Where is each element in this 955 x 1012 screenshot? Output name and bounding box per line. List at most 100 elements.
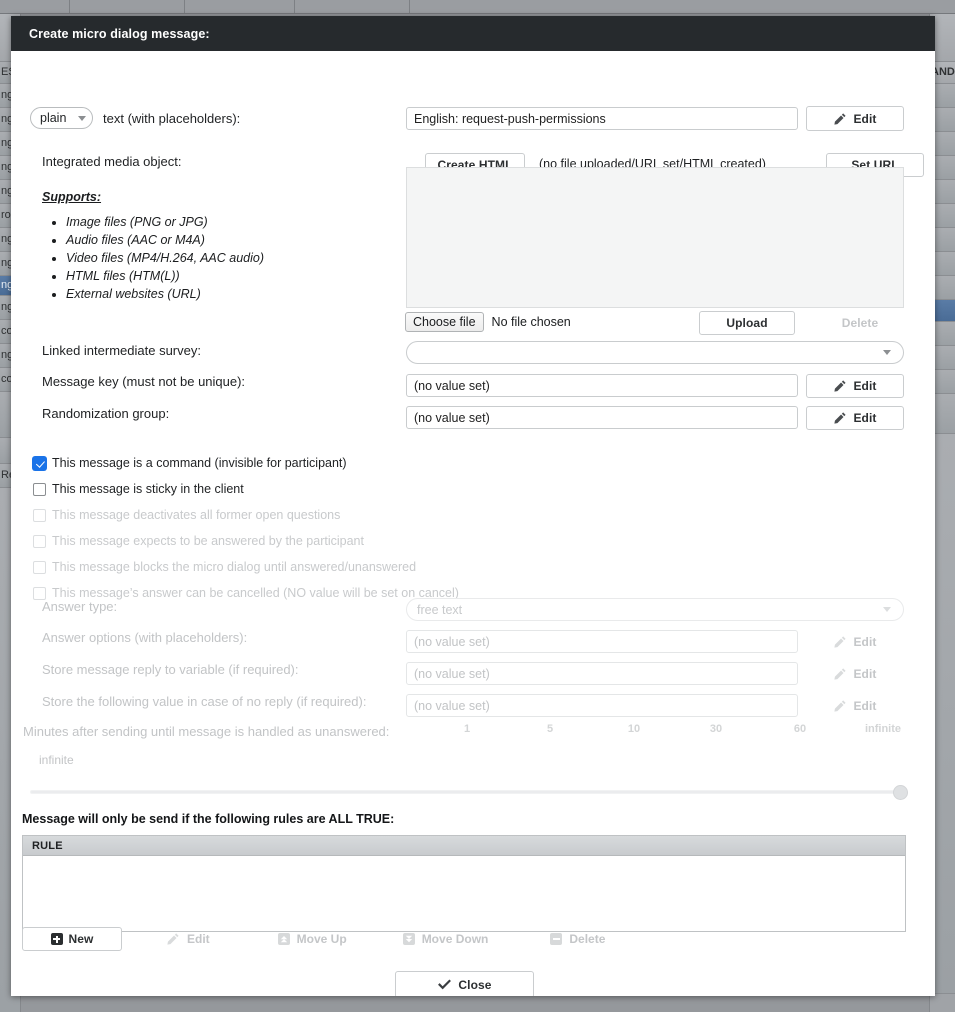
checkbox-cancellable xyxy=(33,587,46,600)
checkbox-expects-answer-label: This message expects to be answered by t… xyxy=(52,534,364,548)
supports-list: Image files (PNG or JPG) Audio files (AA… xyxy=(42,213,264,303)
answer-type-value: free text xyxy=(417,603,462,617)
choose-file-button[interactable]: Choose file xyxy=(405,312,484,332)
slider-tick: 1 xyxy=(464,723,470,735)
text-format-select[interactable]: plain xyxy=(30,107,93,129)
randomization-group-label: Randomization group: xyxy=(42,406,169,421)
background-tab[interactable] xyxy=(185,0,295,13)
checkbox-deactivates-label: This message deactivates all former open… xyxy=(52,508,340,522)
media-preview-area xyxy=(406,167,904,308)
answer-options-label: Answer options (with placeholders): xyxy=(42,630,247,645)
pencil-icon xyxy=(833,379,847,393)
upload-button[interactable]: Upload xyxy=(699,311,795,335)
checkbox-command[interactable] xyxy=(33,457,46,470)
move-rule-up-label: Move Up xyxy=(297,932,347,946)
edit-rule-label: Edit xyxy=(187,932,210,946)
answer-options-input: (no value set) xyxy=(406,630,798,653)
background-tab[interactable] xyxy=(0,0,70,13)
new-rule-button[interactable]: New xyxy=(22,927,122,951)
modal-title-bar: Create micro dialog message: xyxy=(11,16,935,51)
file-chooser-row: Choose file No file chosen xyxy=(405,312,571,332)
supports-block: Supports: Image files (PNG or JPG) Audio… xyxy=(42,190,264,303)
slider-tick: 10 xyxy=(628,723,640,735)
modal-title: Create micro dialog message: xyxy=(29,27,210,41)
close-label: Close xyxy=(458,978,491,992)
slider-thumb[interactable] xyxy=(893,785,908,800)
delete-rule-label: Delete xyxy=(569,932,605,946)
screen: ES ng ng ng ng ng ro ng ng ng ng co ng c… xyxy=(0,0,955,1012)
list-item: Video files (MP4/H.264, AAC audio) xyxy=(66,249,264,267)
rules-column-header-rule: RULE xyxy=(32,840,63,852)
message-key-value: (no value set) xyxy=(414,379,490,393)
edit-store-no-reply-button: Edit xyxy=(806,694,904,718)
background-tab[interactable] xyxy=(70,0,185,13)
message-text-input[interactable]: English: request-push-permissions xyxy=(406,107,798,130)
move-rule-down-button: Move Down xyxy=(403,932,489,946)
chevron-down-icon xyxy=(883,350,891,355)
minus-icon xyxy=(550,933,562,945)
slider-current-value: infinite xyxy=(39,753,74,767)
linked-survey-select[interactable] xyxy=(406,341,904,364)
edit-randomization-group-button[interactable]: Edit xyxy=(806,406,904,430)
edit-message-key-button[interactable]: Edit xyxy=(806,374,904,398)
delete-media-label: Delete xyxy=(842,316,879,330)
check-icon xyxy=(437,979,452,991)
close-button[interactable]: Close xyxy=(395,971,534,996)
new-rule-label: New xyxy=(69,932,94,946)
message-options-checkbox-group: This message is a command (invisible for… xyxy=(33,450,459,606)
edit-message-key-label: Edit xyxy=(853,379,876,393)
supports-heading: Supports: xyxy=(42,190,264,204)
checkbox-sticky[interactable] xyxy=(33,483,46,496)
background-tab[interactable] xyxy=(295,0,410,13)
edit-message-text-button[interactable]: Edit xyxy=(806,106,904,131)
chevron-down-icon xyxy=(883,607,891,612)
checkbox-row-sticky[interactable]: This message is sticky in the client xyxy=(33,476,459,502)
edit-store-reply-button: Edit xyxy=(806,662,904,686)
chevron-down-icon xyxy=(78,116,86,121)
store-no-reply-input: (no value set) xyxy=(406,694,798,717)
checkbox-row-blocks: This message blocks the micro dialog unt… xyxy=(33,554,459,580)
store-reply-value: (no value set) xyxy=(414,667,490,681)
move-rule-up-button: Move Up xyxy=(278,932,347,946)
checkbox-sticky-label: This message is sticky in the client xyxy=(52,482,244,496)
edit-randomization-group-label: Edit xyxy=(853,411,876,425)
text-field-label: text (with placeholders): xyxy=(103,111,240,126)
pencil-icon xyxy=(833,411,847,425)
answer-options-value: (no value set) xyxy=(414,635,490,649)
slider-tick: infinite xyxy=(865,723,901,735)
message-text-value: English: request-push-permissions xyxy=(414,112,606,126)
delete-media-button: Delete xyxy=(811,311,909,335)
answer-type-label: Answer type: xyxy=(42,599,117,614)
list-item: HTML files (HTM(L)) xyxy=(66,267,264,285)
upload-label: Upload xyxy=(726,316,767,330)
slider-track[interactable] xyxy=(30,790,898,794)
list-item: External websites (URL) xyxy=(66,285,264,303)
message-key-input[interactable]: (no value set) xyxy=(406,374,798,397)
randomization-group-value: (no value set) xyxy=(414,411,490,425)
unanswered-minutes-slider[interactable] xyxy=(30,785,908,799)
answer-type-select: free text xyxy=(406,598,904,621)
chevron-up-icon xyxy=(278,933,290,945)
edit-store-reply-label: Edit xyxy=(853,667,876,681)
pencil-icon xyxy=(833,112,847,126)
store-no-reply-label: Store the following value in case of no … xyxy=(42,694,366,709)
background-tab-bar xyxy=(0,0,955,14)
pencil-icon xyxy=(833,635,847,649)
file-chosen-status: No file chosen xyxy=(492,315,571,329)
edit-message-text-label: Edit xyxy=(853,112,876,126)
list-item: Audio files (AAC or M4A) xyxy=(66,231,264,249)
store-reply-input: (no value set) xyxy=(406,662,798,685)
integrated-media-label: Integrated media object: xyxy=(42,154,181,169)
checkbox-row-deactivates: This message deactivates all former open… xyxy=(33,502,459,528)
checkbox-row-command[interactable]: This message is a command (invisible for… xyxy=(33,450,459,476)
checkbox-cancellable-label: This message’s answer can be cancelled (… xyxy=(52,586,459,600)
checkbox-row-expects-answer: This message expects to be answered by t… xyxy=(33,528,459,554)
background-tab[interactable] xyxy=(410,0,955,13)
edit-answer-options-button: Edit xyxy=(806,630,904,654)
randomization-group-input[interactable]: (no value set) xyxy=(406,406,798,429)
rules-table-body[interactable] xyxy=(23,856,905,930)
checkbox-expects-answer xyxy=(33,535,46,548)
rules-table: RULE xyxy=(22,835,906,932)
edit-answer-options-label: Edit xyxy=(853,635,876,649)
pencil-icon xyxy=(833,699,847,713)
